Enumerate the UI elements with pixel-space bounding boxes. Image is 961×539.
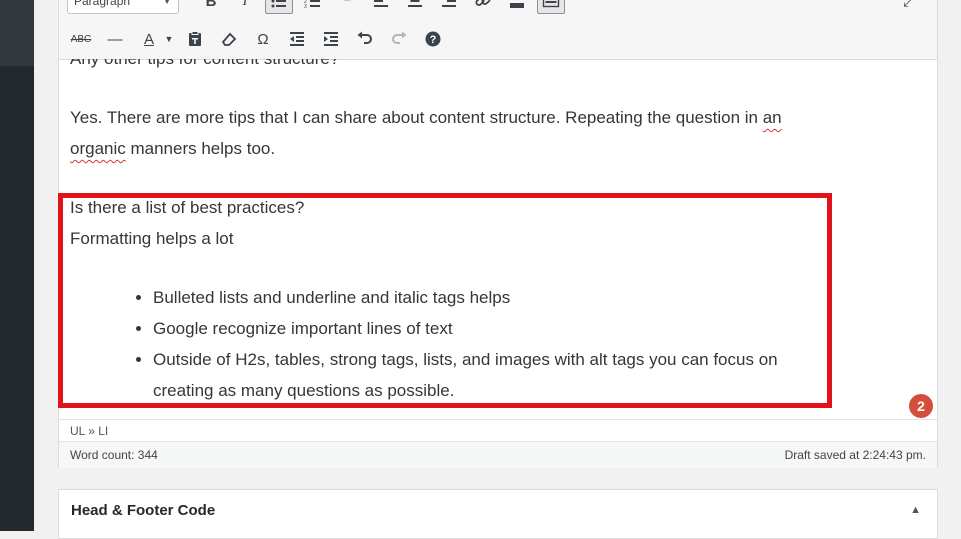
paragraph: Yes. There are more tips that I can shar…	[70, 102, 840, 164]
italic-icon[interactable]: I	[231, 0, 259, 14]
draft-saved-status: Draft saved at 2:24:43 pm.	[784, 448, 926, 462]
collapse-arrow-icon[interactable]: ▲	[910, 504, 921, 516]
paragraph-text: manners helps too.	[125, 139, 276, 158]
bulleted-list: Bulleted lists and underline and italic …	[70, 282, 840, 406]
paste-as-text-icon[interactable]	[181, 26, 209, 52]
question-text: Is there a list of best practices?	[70, 198, 305, 217]
paragraph-partial: Any other tips for content structure?	[70, 59, 339, 74]
toolbar-row-2: ABC — A ▼ Ω ?	[67, 25, 929, 53]
word-count: Word count: 344	[70, 448, 158, 462]
misspelled-word[interactable]: organic	[70, 139, 126, 158]
undo-icon[interactable]	[351, 26, 379, 52]
editor-toolbar: Paragraph ▼ B I 123 ❝	[59, 0, 937, 60]
redo-icon[interactable]	[385, 26, 413, 52]
format-select[interactable]: Paragraph ▼	[67, 0, 179, 14]
clear-formatting-icon[interactable]	[215, 26, 243, 52]
list-item: Google recognize important lines of text	[153, 313, 840, 344]
strikethrough-icon[interactable]: ABC	[67, 26, 95, 52]
link-icon[interactable]	[469, 0, 497, 14]
status-bar: Word count: 344 Draft saved at 2:24:43 p…	[59, 441, 937, 468]
fullscreen-icon[interactable]: ⤢	[895, 0, 923, 14]
align-right-icon[interactable]	[435, 0, 463, 14]
read-more-icon[interactable]	[503, 0, 531, 14]
help-icon[interactable]: ?	[419, 26, 447, 52]
admin-menu-item[interactable]	[0, 0, 34, 66]
bulleted-list-icon[interactable]	[265, 0, 293, 14]
editor-content[interactable]: Any other tips for content structure? Ye…	[70, 59, 917, 417]
horizontal-line-icon[interactable]: —	[101, 26, 129, 52]
format-select-value: Paragraph	[74, 0, 131, 8]
svg-text:3: 3	[304, 4, 307, 10]
list-item: Bulleted lists and underline and italic …	[153, 282, 840, 313]
align-center-icon[interactable]	[401, 0, 429, 14]
metabox-title: Head & Footer Code	[71, 501, 216, 519]
text-color-icon[interactable]: A	[135, 26, 163, 52]
bold-icon[interactable]: B	[197, 0, 225, 14]
indent-icon[interactable]	[317, 26, 345, 52]
blockquote-icon[interactable]: ❝	[333, 0, 361, 14]
head-footer-code-metabox: Head & Footer Code ▲	[58, 489, 938, 539]
svg-text:?: ?	[430, 34, 437, 46]
classic-editor: Paragraph ▼ B I 123 ❝	[58, 0, 938, 468]
numbered-list-icon[interactable]: 123	[299, 0, 327, 14]
toolbar-row-1: Paragraph ▼ B I 123 ❝	[67, 0, 929, 15]
misspelled-word[interactable]: an	[763, 108, 782, 127]
align-left-icon[interactable]	[367, 0, 395, 14]
paragraph-text: Yes. There are more tips that I can shar…	[70, 108, 763, 127]
list-item: Outside of H2s, tables, strong tags, lis…	[153, 344, 840, 406]
toolbar-toggle-icon[interactable]	[537, 0, 565, 14]
metabox-header[interactable]: Head & Footer Code ▲	[59, 490, 937, 530]
text-color-dropdown-icon[interactable]: ▼	[163, 26, 175, 52]
admin-sidebar	[0, 0, 34, 531]
element-path[interactable]: UL » LI	[59, 419, 937, 442]
chevron-down-icon: ▼	[162, 0, 172, 7]
outdent-icon[interactable]	[283, 26, 311, 52]
answer-text: Formatting helps a lot	[70, 229, 234, 248]
best-practices-section: Is there a list of best practices? Forma…	[70, 192, 840, 406]
special-character-icon[interactable]: Ω	[249, 26, 277, 52]
notification-badge[interactable]: 2	[909, 394, 933, 418]
